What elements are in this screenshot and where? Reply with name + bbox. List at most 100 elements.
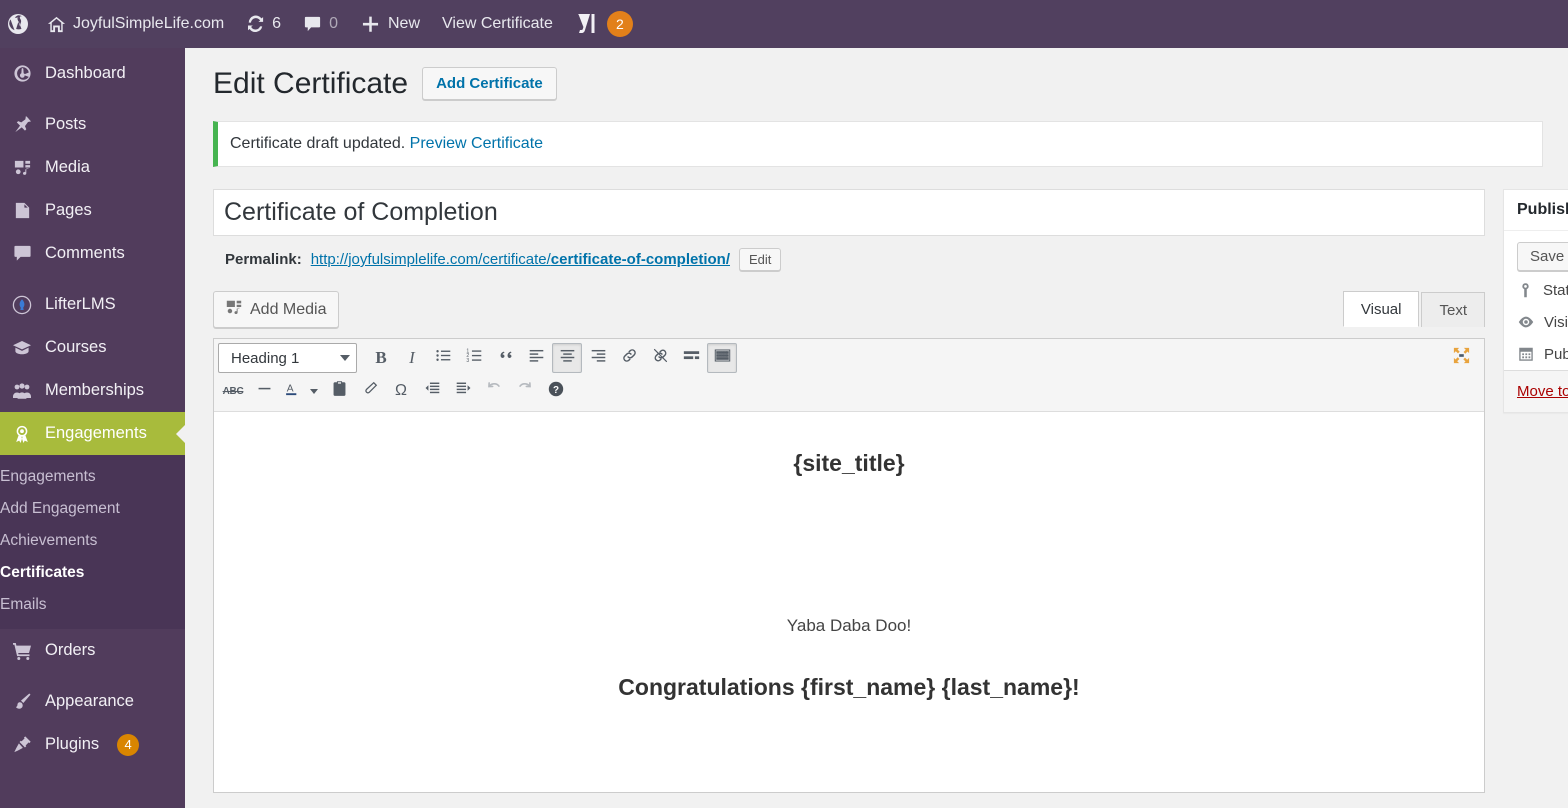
strikethrough-icon: ABC — [222, 385, 244, 397]
update-icon — [246, 15, 265, 34]
submenu-item-emails[interactable]: Emails — [0, 589, 185, 621]
edit-permalink-button[interactable]: Edit — [738, 248, 782, 271]
align-center-button[interactable] — [552, 343, 582, 373]
sidebar-item-label: Plugins — [45, 735, 100, 753]
publish-box: Publish Save Draft Status: — [1503, 189, 1568, 413]
italic-button[interactable]: I — [397, 343, 427, 373]
publish-label: Publish — [1544, 345, 1568, 363]
publish-minor-actions: Save Draft — [1504, 231, 1568, 275]
permalink-label: Permalink: — [225, 251, 302, 268]
add-media-button[interactable]: Add Media — [213, 291, 339, 328]
post-body-content: Permalink: http://joyfulsimplelife.com/c… — [213, 189, 1485, 793]
increase-indent-button[interactable] — [448, 376, 478, 406]
strikethrough-button[interactable]: ABC — [218, 376, 248, 406]
paste-as-text-icon — [331, 380, 348, 402]
sidebar-item-comments[interactable]: Comments — [0, 232, 185, 275]
tab-visual[interactable]: Visual — [1342, 291, 1420, 327]
sidebar-item-posts[interactable]: Posts — [0, 103, 185, 146]
text-color-dropdown[interactable] — [305, 376, 323, 406]
sidebar-item-engagements[interactable]: Engagements — [0, 412, 185, 455]
preview-certificate-link[interactable]: Preview Certificate — [410, 135, 543, 152]
sidebar-item-label: Orders — [45, 641, 96, 659]
keyboard-shortcuts-icon: ? — [547, 380, 565, 403]
new-content-menu[interactable]: New — [349, 0, 431, 48]
special-character-button[interactable]: Ω — [386, 376, 416, 406]
align-right-button[interactable] — [583, 343, 613, 373]
insert-link-button[interactable] — [614, 343, 644, 373]
insert-link-icon — [621, 347, 638, 369]
redo-button[interactable] — [510, 376, 540, 406]
insert-read-more-icon — [683, 347, 700, 369]
paste-as-text-button[interactable] — [324, 376, 354, 406]
yoast-icon — [575, 12, 597, 36]
menu-separator — [0, 95, 185, 103]
toggle-toolbar-button[interactable] — [707, 343, 737, 373]
blockquote-button[interactable] — [490, 343, 520, 373]
permalink-link[interactable]: http://joyfulsimplelife.com/certificate/… — [311, 251, 730, 268]
editor-toolbar-group: Heading 1 B I 1 2 3 ABC A Ω ? — [214, 339, 1484, 412]
submenu-label: Add Engagement — [0, 500, 120, 517]
cart-icon — [11, 641, 33, 661]
sidebar-item-plugins[interactable]: Plugins 4 — [0, 723, 185, 766]
save-draft-button[interactable]: Save Draft — [1517, 242, 1568, 271]
sidebar-item-media[interactable]: Media — [0, 146, 185, 189]
sidebar-item-lifterlms[interactable]: LifterLMS — [0, 283, 185, 326]
memberships-icon — [11, 381, 33, 401]
undo-button[interactable] — [479, 376, 509, 406]
align-right-icon — [590, 347, 607, 369]
pin-icon — [11, 115, 33, 134]
distraction-free-button[interactable] — [1446, 343, 1476, 373]
submenu-label: Achievements — [0, 532, 98, 549]
undo-icon — [485, 380, 503, 403]
text-color-button[interactable]: A — [280, 376, 304, 406]
sidebar-item-memberships[interactable]: Memberships — [0, 369, 185, 412]
paragraph-format-select[interactable]: Heading 1 — [218, 343, 357, 373]
notice-text: Certificate draft updated. — [230, 135, 406, 152]
updates-menu[interactable]: 6 — [235, 0, 292, 48]
plus-icon — [360, 14, 381, 35]
bold-button[interactable]: B — [366, 343, 396, 373]
tab-text[interactable]: Text — [1421, 292, 1485, 327]
sidebar-item-label: Posts — [45, 115, 87, 133]
remove-link-button[interactable] — [645, 343, 675, 373]
permalink-row: Permalink: http://joyfulsimplelife.com/c… — [213, 236, 1485, 271]
permalink-base: http://joyfulsimplelife.com/certificate/ — [310, 251, 551, 268]
sidebar-item-pages[interactable]: Pages — [0, 189, 185, 232]
comment-bubble-icon — [303, 15, 322, 34]
site-name-menu[interactable]: JoyfulSimpleLife.com — [36, 0, 235, 48]
wordpress-logo-icon[interactable] — [0, 0, 36, 48]
editor-content-iframe[interactable]: {site_title} Yaba Daba Doo! Congratulati… — [214, 412, 1484, 792]
submenu-item-engagements[interactable]: Engagements — [0, 461, 185, 493]
bulleted-list-button[interactable] — [428, 343, 458, 373]
sidebar-item-label: Engagements — [45, 424, 147, 442]
comments-count: 0 — [329, 15, 338, 32]
plugin-icon — [11, 735, 33, 754]
sidebar-item-orders[interactable]: Orders — [0, 629, 185, 672]
insert-read-more-button[interactable] — [676, 343, 706, 373]
wordpress-logo-glyph — [6, 12, 30, 36]
keyboard-shortcuts-button[interactable]: ? — [541, 376, 571, 406]
certificate-paragraph: Yaba Daba Doo! — [786, 616, 912, 635]
yoast-seo-menu[interactable]: 2 — [564, 0, 644, 48]
numbered-list-button[interactable]: 123 — [459, 343, 489, 373]
page-icon — [11, 201, 33, 220]
sidebar-item-dashboard[interactable]: Dashboard — [0, 52, 185, 95]
sidebar-item-appearance[interactable]: Appearance — [0, 680, 185, 723]
special-character-icon: Ω — [395, 382, 407, 399]
add-certificate-button[interactable]: Add Certificate — [422, 67, 557, 100]
submenu-item-achievements[interactable]: Achievements — [0, 525, 185, 557]
horizontal-rule-button[interactable] — [249, 376, 279, 406]
submenu-item-add-engagement[interactable]: Add Engagement — [0, 493, 185, 525]
move-to-trash-link[interactable]: Move to Trash — [1517, 383, 1568, 400]
comments-menu[interactable]: 0 — [292, 0, 349, 48]
post-title-input[interactable] — [213, 189, 1485, 236]
align-left-button[interactable] — [521, 343, 551, 373]
sidebar-item-courses[interactable]: Courses — [0, 326, 185, 369]
view-certificate-link[interactable]: View Certificate — [431, 0, 564, 48]
redo-icon — [516, 380, 534, 403]
decrease-indent-button[interactable] — [417, 376, 447, 406]
clear-formatting-button[interactable] — [355, 376, 385, 406]
submenu-item-certificates[interactable]: Certificates — [0, 557, 185, 589]
align-center-icon — [559, 347, 576, 369]
certificate-site-title-heading: {site_title} — [793, 450, 905, 476]
